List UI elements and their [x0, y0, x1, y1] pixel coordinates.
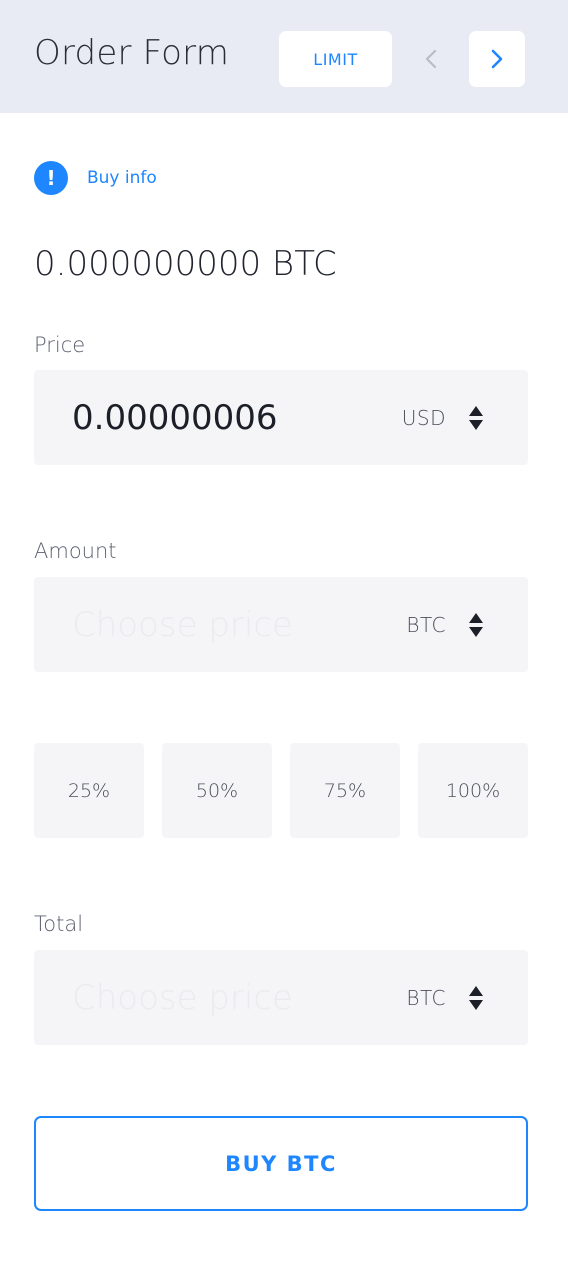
sort-arrows-icon	[469, 612, 483, 637]
percent-25-button[interactable]: 25%	[34, 743, 144, 838]
total-unit-selector[interactable]: BTC	[406, 985, 484, 1011]
price-label: Price	[34, 333, 86, 357]
total-unit: BTC	[406, 985, 446, 1010]
order-form-page: Order Form LIMIT ! Buy info 0.000000000 …	[0, 0, 568, 1273]
percent-75-button[interactable]: 75%	[290, 743, 400, 838]
buy-info-label: Buy info	[87, 168, 157, 188]
price-unit-selector[interactable]: USD	[402, 405, 484, 431]
sort-arrows-icon	[469, 405, 483, 430]
total-field[interactable]: BTC	[34, 950, 528, 1045]
buy-info-link[interactable]: ! Buy info	[34, 161, 157, 195]
price-field[interactable]: 0.00000006 USD	[34, 370, 528, 465]
price-unit: USD	[401, 405, 446, 430]
balance-value: 0.000000000 BTC	[34, 244, 337, 284]
sort-arrows-icon	[469, 985, 483, 1010]
percent-100-button[interactable]: 100%	[418, 743, 528, 838]
amount-label: Amount	[34, 539, 117, 563]
total-label: Total	[34, 912, 84, 936]
order-form-header: Order Form LIMIT	[0, 0, 568, 113]
percentage-buttons: 25% 50% 75% 100%	[34, 743, 528, 838]
amount-input[interactable]	[72, 604, 372, 645]
amount-unit-selector[interactable]: BTC	[406, 612, 484, 638]
order-type-limit-button[interactable]: LIMIT	[279, 31, 392, 87]
page-title: Order Form	[34, 33, 230, 73]
prev-button[interactable]	[407, 31, 455, 87]
total-input[interactable]	[72, 977, 372, 1018]
amount-field[interactable]: BTC	[34, 577, 528, 672]
next-button[interactable]	[469, 31, 525, 87]
buy-button[interactable]: BUY BTC	[34, 1116, 528, 1211]
chevron-right-icon	[491, 49, 503, 69]
chevron-left-icon	[425, 49, 437, 69]
percent-50-button[interactable]: 50%	[162, 743, 272, 838]
price-value[interactable]: 0.00000006	[72, 398, 278, 438]
amount-unit: BTC	[406, 612, 446, 637]
exclamation-icon: !	[34, 161, 68, 195]
